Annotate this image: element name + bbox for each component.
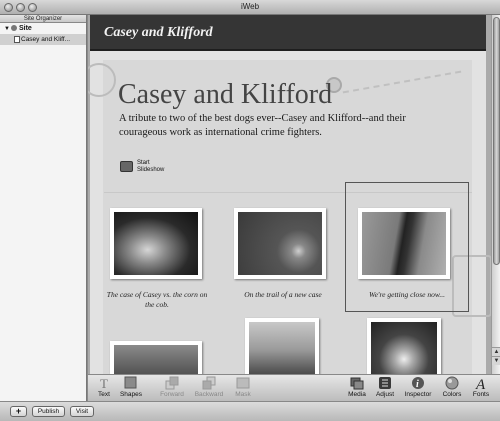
window-titlebar: iWeb	[0, 0, 500, 15]
adjust-label: Adjust	[375, 391, 395, 398]
photo-caption[interactable]: On the trail of a new case	[228, 290, 338, 300]
vertical-scrollbar[interactable]: ▲ ▼	[491, 15, 500, 374]
dog-photo-image	[371, 322, 437, 374]
forward-icon	[165, 376, 179, 390]
window-title: iWeb	[240, 2, 260, 11]
site-label: Site	[18, 25, 32, 32]
photo-on-the-trail[interactable]	[234, 208, 326, 279]
start-slideshow-button[interactable]: Start Slideshow	[120, 159, 180, 177]
dog-photo-image	[114, 212, 198, 275]
main-title[interactable]: Casey and Klifford	[118, 79, 332, 111]
intro-paragraph[interactable]: A tribute to two of the best dogs ever--…	[119, 112, 449, 140]
mask-icon	[236, 377, 250, 389]
bottom-bar: + Publish Visit	[0, 401, 500, 421]
photo-row2-1[interactable]	[110, 341, 202, 374]
colors-icon	[445, 376, 459, 390]
colors-label: Colors	[442, 391, 462, 398]
page-tree-item[interactable]: Casey and Kliff...	[0, 34, 86, 45]
slideshow-label-1: Start	[137, 160, 150, 166]
backward-button[interactable]: Backward	[194, 376, 224, 401]
scroll-up-arrow-icon[interactable]: ▲	[492, 347, 500, 356]
page-canvas[interactable]: Casey and Klifford Casey and Klifford A …	[88, 15, 491, 374]
page-tree-label: Casey and Kliff...	[21, 36, 71, 43]
adjust-button[interactable]: Adjust	[373, 376, 397, 401]
add-page-button[interactable]: +	[10, 406, 27, 417]
web-page: Casey and Klifford Casey and Klifford A …	[88, 15, 491, 374]
forward-label: Forward	[160, 391, 184, 398]
site-globe-icon	[10, 25, 17, 31]
backward-label: Backward	[194, 391, 224, 398]
site-tree-item[interactable]: ▼ Site	[0, 23, 86, 34]
site-organizer-header: Site Organizer	[0, 15, 86, 23]
backward-icon	[202, 376, 216, 390]
colors-button[interactable]: Colors	[441, 376, 463, 401]
media-label: Media	[348, 391, 366, 398]
photo-casey-corn[interactable]	[110, 208, 202, 279]
inspector-icon: i	[412, 377, 424, 390]
scrollbar-thumb[interactable]	[493, 17, 500, 265]
media-icon	[350, 377, 364, 390]
text-icon: T	[100, 376, 108, 390]
scroll-down-arrow-icon[interactable]: ▼	[492, 356, 500, 365]
photo-row2-2[interactable]	[245, 318, 319, 374]
shapes-label: Shapes	[119, 391, 143, 398]
photo-row2-3[interactable]	[367, 318, 441, 374]
forward-button[interactable]: Forward	[159, 376, 185, 401]
slideshow-label-2: Slideshow	[137, 167, 165, 173]
inspector-button[interactable]: i Inspector	[404, 376, 432, 401]
inspector-label: Inspector	[404, 391, 432, 398]
media-button[interactable]: Media	[346, 376, 368, 401]
text-label: Text	[98, 391, 110, 398]
fonts-button[interactable]: A Fonts	[470, 376, 492, 401]
shapes-button[interactable]: Shapes	[118, 376, 144, 401]
publish-button[interactable]: Publish	[32, 406, 65, 417]
site-organizer-sidebar: Site Organizer ▼ Site Casey and Kliff...	[0, 15, 87, 401]
page-icon	[14, 36, 20, 43]
page-header: Casey and Klifford	[90, 15, 486, 51]
fonts-icon: A	[475, 377, 486, 390]
photo-caption[interactable]: The case of Casey vs. the corn on the co…	[102, 290, 212, 310]
fonts-label: Fonts	[472, 391, 490, 398]
visit-button[interactable]: Visit	[70, 406, 94, 417]
mask-label: Mask	[235, 391, 251, 398]
tree-photo-image	[249, 322, 315, 374]
shapes-icon	[124, 376, 137, 389]
svg-text:T: T	[100, 376, 108, 390]
mask-button[interactable]: Mask	[232, 376, 254, 401]
header-title[interactable]: Casey and Klifford	[104, 25, 213, 41]
selected-photo-outline	[345, 182, 469, 312]
slideshow-icon	[120, 161, 133, 172]
svg-text:i: i	[416, 379, 419, 390]
dog-photo-image	[238, 212, 322, 275]
svg-text:A: A	[475, 377, 486, 390]
toolbar: T Text Shapes Forward Backward Mask Medi…	[88, 374, 500, 401]
text-button[interactable]: T Text	[93, 376, 115, 401]
dog-photo-image	[114, 345, 198, 374]
adjust-icon	[379, 377, 391, 389]
